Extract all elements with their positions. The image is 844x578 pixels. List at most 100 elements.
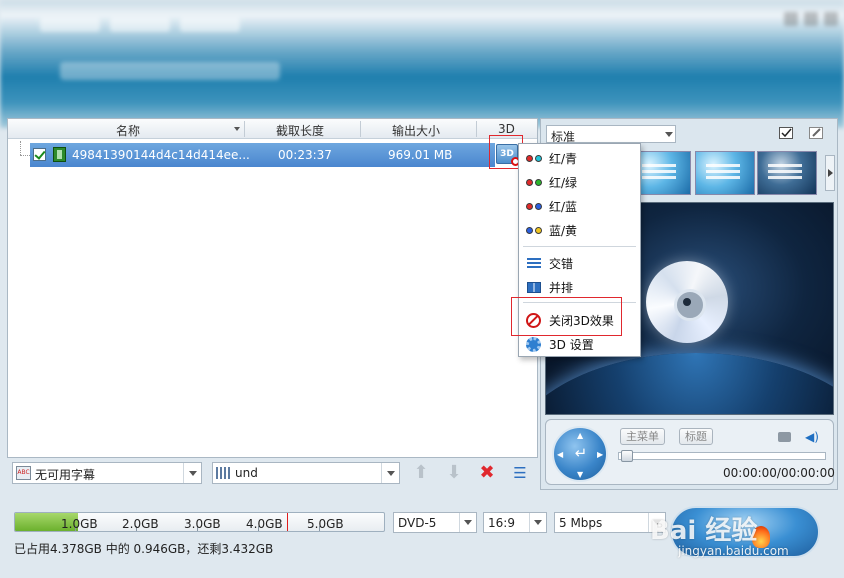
menu-separator	[523, 246, 636, 247]
nav-left-icon[interactable]: ◀	[557, 450, 563, 459]
subtitle-select-value: 无可用字幕	[35, 468, 96, 482]
blue-yellow-glasses-icon	[526, 227, 543, 234]
maximize-icon[interactable]	[804, 12, 818, 26]
bitrate-select[interactable]: 5 Mbps	[554, 512, 666, 533]
red-cyan-glasses-icon	[526, 155, 543, 162]
seek-knob[interactable]	[621, 450, 633, 462]
app-title-blurred	[60, 62, 280, 80]
column-header-output-size[interactable]: 输出大小	[392, 122, 440, 139]
chevron-down-icon[interactable]	[381, 463, 399, 483]
column-separator	[476, 121, 477, 137]
template-thumbnail[interactable]	[695, 151, 755, 195]
minimize-icon[interactable]	[784, 12, 798, 26]
move-up-button[interactable]: ⬆	[410, 462, 432, 484]
capacity-label: 1.0GB	[61, 517, 98, 531]
thumbnail-menu-lines	[768, 164, 802, 167]
red-green-glasses-icon	[526, 179, 543, 186]
close-icon[interactable]	[824, 12, 838, 26]
row-checkbox[interactable]	[33, 148, 46, 161]
disc-capacity-bar: 1.0GB 2.0GB 3.0GB 4.0GB 5.0GB	[14, 512, 385, 532]
delete-button[interactable]: ✖	[476, 462, 498, 484]
gear-icon	[526, 337, 541, 352]
disc-type-value: DVD-5	[398, 516, 437, 530]
thumbnail-menu-lines	[706, 164, 740, 167]
interlace-icon	[527, 258, 541, 269]
thumbnail-scroll-right-icon[interactable]	[825, 155, 835, 191]
move-down-button[interactable]: ⬇	[443, 462, 465, 484]
seek-bar[interactable]	[618, 450, 826, 462]
volume-icon[interactable]: ◀)	[805, 430, 819, 444]
audio-track-icon	[216, 467, 230, 479]
preview-controls: ▲ ▼ ◀ ▶ ↵ 主菜单 标题 ◀) 00:00:00/00:00:00	[545, 419, 835, 485]
file-list-panel: 名称 截取长度 输出大小 3D 49841390144d4c14d414ee..…	[7, 118, 538, 458]
dvd-disc-icon	[646, 261, 728, 343]
time-display: 00:00:00/00:00:00	[723, 466, 835, 480]
row-output-size: 969.01 MB	[388, 148, 453, 162]
menu-item-3d-settings[interactable]: 3D 设置	[521, 333, 638, 355]
capacity-label: 2.0GB	[122, 517, 159, 531]
menu-item-side-by-side[interactable]: 并排	[521, 276, 638, 298]
red-blue-glasses-icon	[526, 203, 543, 210]
column-separator	[360, 121, 361, 137]
table-row[interactable]: 49841390144d4c14d414ee... 00:23:37 969.0…	[30, 143, 495, 167]
preview-planet-graphic	[546, 353, 833, 414]
capacity-label: 5.0GB	[307, 517, 344, 531]
header-tab-blurred	[180, 18, 240, 32]
capacity-label: 4.0GB	[246, 517, 283, 531]
chevron-down-icon[interactable]	[648, 513, 665, 532]
subtitle-select[interactable]: ABC 无可用字幕	[12, 462, 202, 484]
menu-item-interlace[interactable]: 交错	[521, 252, 638, 274]
list-header: 名称 截取长度 输出大小 3D	[8, 119, 537, 139]
menu-item-red-blue[interactable]: 红/蓝	[521, 195, 638, 217]
sort-arrow-icon	[234, 127, 240, 131]
title-button[interactable]: 标题	[679, 428, 713, 445]
burn-button[interactable]	[670, 506, 820, 558]
column-header-clip-length[interactable]: 截取长度	[276, 122, 324, 139]
aspect-ratio-select[interactable]: 16:9	[483, 512, 547, 533]
nav-up-icon[interactable]: ▲	[577, 431, 583, 440]
audio-track-select-value: und	[235, 466, 258, 480]
column-separator	[244, 121, 245, 137]
menu-item-red-cyan[interactable]: 红/青	[521, 147, 638, 169]
camera-icon[interactable]	[778, 432, 791, 442]
disc-limit-marker	[287, 513, 288, 531]
menu-item-red-green[interactable]: 红/绿	[521, 171, 638, 193]
row-file-name: 49841390144d4c14d414ee...	[72, 148, 250, 162]
thumbnail-menu-lines	[642, 164, 676, 167]
nav-enter-icon[interactable]: ↵	[573, 445, 589, 461]
header-tab-blurred	[40, 18, 100, 32]
capacity-label: 3.0GB	[184, 517, 221, 531]
bottom-status-bar: 1.0GB 2.0GB 3.0GB 4.0GB 5.0GB DVD-5 16:9…	[0, 498, 844, 578]
tree-connector	[20, 141, 21, 155]
chevron-down-icon[interactable]	[529, 513, 546, 532]
list-toolbar: ABC 无可用字幕 und ⬆ ⬇ ✖ ☰	[7, 458, 538, 488]
chevron-down-icon[interactable]	[459, 513, 476, 532]
video-file-icon	[53, 147, 66, 162]
column-header-3d[interactable]: 3D	[498, 122, 515, 136]
template-thumbnail[interactable]	[757, 151, 817, 195]
main-menu-button[interactable]: 主菜单	[620, 428, 665, 445]
checklist-edit-icon[interactable]	[779, 127, 793, 139]
app-header-blurred	[0, 0, 844, 128]
menu-template-select[interactable]: 标准	[546, 125, 676, 144]
row-clip-length: 00:23:37	[278, 148, 332, 162]
audio-track-select[interactable]: und	[212, 462, 400, 484]
highlight-box-disable-3d	[511, 297, 622, 336]
disc-usage-status: 已占用4.378GB 中的 0.946GB，还剩3.432GB	[14, 542, 274, 556]
subtitle-icon: ABC	[16, 466, 31, 480]
disc-type-select[interactable]: DVD-5	[393, 512, 477, 533]
chevron-down-icon[interactable]	[183, 463, 201, 483]
nav-down-icon[interactable]: ▼	[577, 470, 583, 479]
aspect-ratio-value: 16:9	[488, 516, 515, 530]
side-by-side-icon	[527, 282, 541, 293]
clear-list-button[interactable]: ☰	[509, 462, 531, 484]
header-tab-blurred	[110, 18, 170, 32]
flame-icon	[752, 526, 770, 548]
nav-right-icon[interactable]: ▶	[597, 450, 603, 459]
edit-pencil-icon[interactable]	[809, 127, 823, 139]
navigation-pad[interactable]: ▲ ▼ ◀ ▶ ↵	[552, 426, 608, 482]
menu-item-blue-yellow[interactable]: 蓝/黄	[521, 219, 638, 241]
column-header-name[interactable]: 名称	[116, 122, 140, 139]
bitrate-value: 5 Mbps	[559, 516, 603, 530]
chevron-down-icon[interactable]	[665, 132, 673, 137]
